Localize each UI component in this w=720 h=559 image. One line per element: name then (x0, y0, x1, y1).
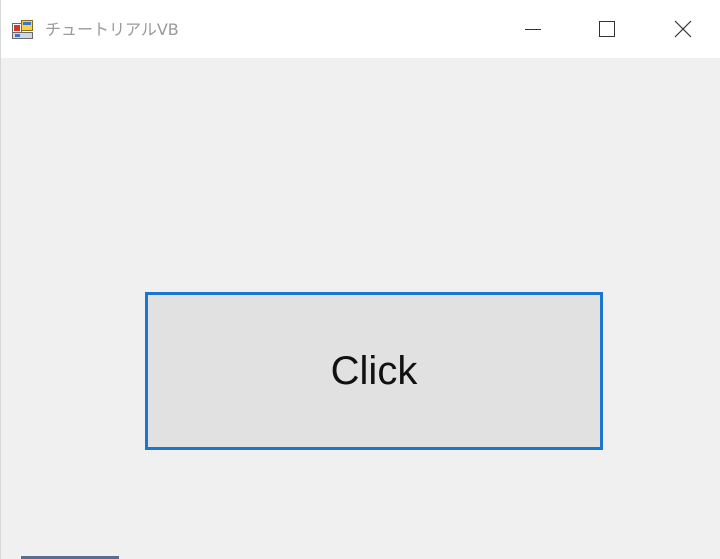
maximize-icon (598, 20, 616, 38)
title-bar[interactable]: チュートリアルVB (1, 0, 720, 58)
close-button[interactable] (647, 0, 719, 58)
app-window: チュートリアルVB Click (0, 0, 720, 559)
app-icon[interactable] (12, 20, 34, 40)
close-icon (673, 19, 693, 39)
window-title: チュートリアルVB (45, 20, 179, 39)
minimize-icon (524, 20, 542, 38)
minimize-button[interactable] (497, 0, 569, 58)
maximize-button[interactable] (571, 0, 643, 58)
click-button[interactable]: Click (145, 292, 603, 450)
